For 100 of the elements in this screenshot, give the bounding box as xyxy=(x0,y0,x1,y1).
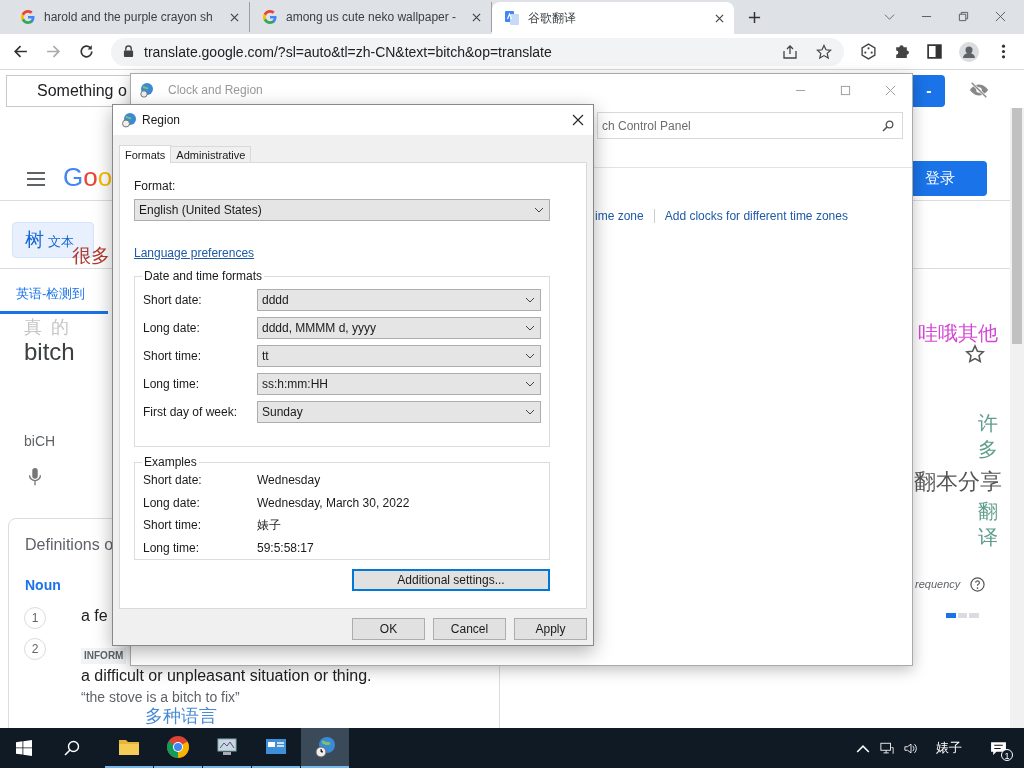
puzzle-icon[interactable] xyxy=(893,43,910,60)
chevron-down-icon xyxy=(525,381,535,387)
google-g-icon xyxy=(20,9,36,25)
part-of-speech: Noun xyxy=(25,577,61,593)
browser-tab[interactable]: harold and the purple crayon sh xyxy=(8,2,250,32)
star-icon[interactable] xyxy=(965,344,985,364)
register-tag: INFORM xyxy=(81,648,127,664)
group-title: Examples xyxy=(143,455,198,469)
lock-icon xyxy=(123,45,134,58)
format-dropdown[interactable]: dddd xyxy=(257,289,541,311)
chevron-down-icon xyxy=(525,325,535,331)
card-heading: Definitions o xyxy=(25,536,114,554)
transliteration: biCH xyxy=(24,433,56,449)
language-preferences-link[interactable]: Language preferences xyxy=(134,246,255,260)
notification-button[interactable]: 1 xyxy=(990,737,1012,759)
overlay-text: 真 的 xyxy=(24,316,71,339)
format-dropdown[interactable]: English (United States) xyxy=(134,199,550,221)
field-label: Short date: xyxy=(143,473,203,488)
address-bar[interactable]: translate.google.com/?sl=auto&tl=zh-CN&text=bitch&op=translate xyxy=(111,37,844,66)
profile-icon[interactable] xyxy=(959,41,979,62)
example-value: 婊子 xyxy=(257,516,281,534)
definition-text: a difficult or unpleasant situation or thing. xyxy=(81,667,372,685)
sidebar-icon[interactable] xyxy=(926,43,943,60)
definition-text: a fe xyxy=(81,607,108,625)
network-icon[interactable] xyxy=(880,741,894,755)
close-icon[interactable] xyxy=(572,114,584,126)
scrollbar[interactable] xyxy=(1010,108,1024,728)
example-value: Wednesday, March 30, 2022 xyxy=(257,495,410,510)
star-icon[interactable] xyxy=(816,43,832,60)
dialog-tab[interactable]: Administrative xyxy=(170,146,252,162)
field-label: First day of week: xyxy=(143,405,239,419)
field-label: Short time: xyxy=(143,518,203,533)
globe-clock-icon xyxy=(121,112,137,128)
search-icon xyxy=(882,119,894,132)
maximize-icon[interactable] xyxy=(840,84,851,96)
link[interactable]: ime zone xyxy=(595,209,644,223)
example-text: “the stove is a bitch to fix” xyxy=(81,689,240,705)
back-icon[interactable] xyxy=(12,43,29,60)
field-label: Short time: xyxy=(143,349,203,363)
new-tab-icon[interactable] xyxy=(748,11,761,24)
close-icon[interactable] xyxy=(715,13,724,23)
url-text: translate.google.com/?sl=auto&tl=zh-CN&text=bitch&op=translate xyxy=(144,43,552,60)
dialog-tab[interactable]: Formats xyxy=(119,145,172,163)
translate-icon xyxy=(504,10,520,26)
chevron-down-icon xyxy=(525,353,535,359)
example-value: 59:5:58:17 xyxy=(257,540,314,555)
dice-icon[interactable] xyxy=(860,43,877,60)
field-label: Short date: xyxy=(143,293,203,307)
link[interactable]: Add clocks for different time zones xyxy=(664,209,848,223)
close-icon[interactable] xyxy=(472,12,481,22)
chevron-down-icon[interactable] xyxy=(884,11,895,22)
volume-icon[interactable] xyxy=(904,741,918,755)
chevron-down-icon xyxy=(525,409,535,415)
frequency-bars-icon xyxy=(946,613,980,618)
globe-clock-icon xyxy=(313,735,337,759)
reload-icon[interactable] xyxy=(78,43,95,60)
globe-clock-icon xyxy=(139,82,155,98)
language-tab[interactable]: 英语-检测到 xyxy=(0,276,108,314)
overlay-text: 哇哦其他 xyxy=(918,321,998,346)
group-title: Date and time formats xyxy=(143,269,264,283)
chrome-icon xyxy=(166,735,190,759)
format-dropdown[interactable]: dddd, MMMM d, yyyy xyxy=(257,317,541,339)
format-dropdown[interactable]: Sunday xyxy=(257,401,541,423)
action-button[interactable]: - xyxy=(913,75,945,107)
dialog-title: Region xyxy=(142,113,181,127)
browser-tab[interactable]: 谷歌翻译 xyxy=(492,2,734,34)
sign-in-button[interactable]: 登录 xyxy=(913,161,987,196)
windows-start-icon[interactable] xyxy=(16,740,32,756)
source-text: bitch xyxy=(24,338,75,366)
field-label: Long date: xyxy=(143,495,201,510)
frequency-label: requency xyxy=(915,578,961,590)
dialog-button[interactable]: OK xyxy=(352,618,425,640)
message-icon xyxy=(990,740,1007,756)
additional-settings-button[interactable]: Additional settings... xyxy=(352,569,550,591)
overlay-text: 翻本分享 xyxy=(914,468,1002,496)
share-icon[interactable] xyxy=(782,43,798,60)
help-icon[interactable] xyxy=(970,577,985,592)
menu-icon[interactable] xyxy=(26,171,46,187)
close-icon[interactable] xyxy=(230,12,239,22)
scrollbar-thumb[interactable] xyxy=(1012,108,1022,344)
input-language-indicator[interactable]: 婊子 xyxy=(936,739,962,757)
dialog-button[interactable]: Apply xyxy=(514,618,587,640)
microphone-icon[interactable] xyxy=(28,467,42,487)
format-dropdown[interactable]: tt xyxy=(257,345,541,367)
eye-slash-icon[interactable] xyxy=(967,79,991,101)
logo: Goo xyxy=(63,162,113,193)
tab-title: harold and the purple crayon sh xyxy=(44,10,214,24)
field-label: Long date: xyxy=(143,321,201,335)
chevron-down-icon xyxy=(534,207,544,213)
restore-icon[interactable] xyxy=(958,11,969,22)
chevron-down-icon xyxy=(525,297,535,303)
vertical-text: 翻译 xyxy=(978,499,998,550)
dialog-button[interactable]: Cancel xyxy=(433,618,506,640)
format-dropdown[interactable]: ss:h:mm:HH xyxy=(257,373,541,395)
search-field[interactable]: ch Control Panel xyxy=(597,112,903,139)
search-icon[interactable] xyxy=(64,740,80,756)
example-value: Wednesday xyxy=(257,473,321,488)
taskbar-app[interactable] xyxy=(301,728,349,768)
vertical-text: 许多 xyxy=(978,411,998,462)
field-label: Format: xyxy=(134,179,176,193)
